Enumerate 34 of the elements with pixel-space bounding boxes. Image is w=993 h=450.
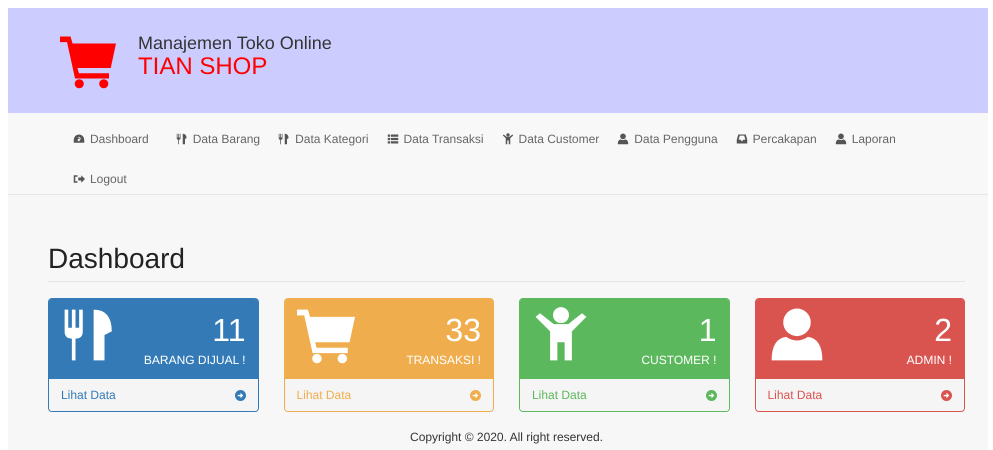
inbox-icon: [736, 133, 748, 145]
nav-link[interactable]: Dashboard: [68, 119, 171, 159]
user-icon: [834, 133, 847, 145]
site-title: TIAN SHOP: [138, 54, 268, 80]
list-icon: [386, 133, 398, 145]
fork-knife-icon: [278, 133, 290, 145]
nav-link[interactable]: Data Pengguna: [612, 119, 731, 159]
stat-label: TRANSAKSI !: [406, 353, 481, 368]
nav-link[interactable]: Data Kategori: [273, 119, 382, 159]
dashboard-icon: [73, 133, 85, 145]
nav-link[interactable]: Logout: [68, 159, 140, 199]
arrow-circle-icon: [234, 390, 246, 400]
nav-link[interactable]: Percakapan: [730, 119, 830, 159]
arrow-circle-icon: [706, 390, 716, 400]
nav-link[interactable]: Data Transaksi: [382, 119, 497, 159]
logout-icon: [73, 173, 85, 185]
nav-link[interactable]: Data Barang: [170, 119, 274, 159]
stat-count: 11: [212, 311, 246, 350]
arrow-circle-icon: [470, 390, 481, 400]
fork-knife-icon: [176, 133, 188, 145]
stat-count: 2: [934, 311, 952, 350]
stat-label: ADMIN !: [906, 353, 952, 368]
nav-link[interactable]: Laporan: [830, 119, 909, 159]
stat-count: 33: [445, 311, 481, 350]
copyright-text: Copyright © 2020. All right reserved.: [409, 430, 604, 444]
arrow-circle-icon: [941, 390, 952, 400]
site-subtitle: Manajemen Toko Online: [138, 32, 332, 54]
stat-label: BARANG DIJUAL !: [144, 353, 246, 368]
user-icon: [617, 133, 630, 145]
stat-count: 1: [698, 311, 716, 350]
page-heading: Dashboard: [48, 243, 965, 282]
nav-link[interactable]: Data Customer: [496, 119, 612, 159]
stat-label: CUSTOMER !: [641, 353, 716, 368]
child-icon: [502, 133, 514, 145]
